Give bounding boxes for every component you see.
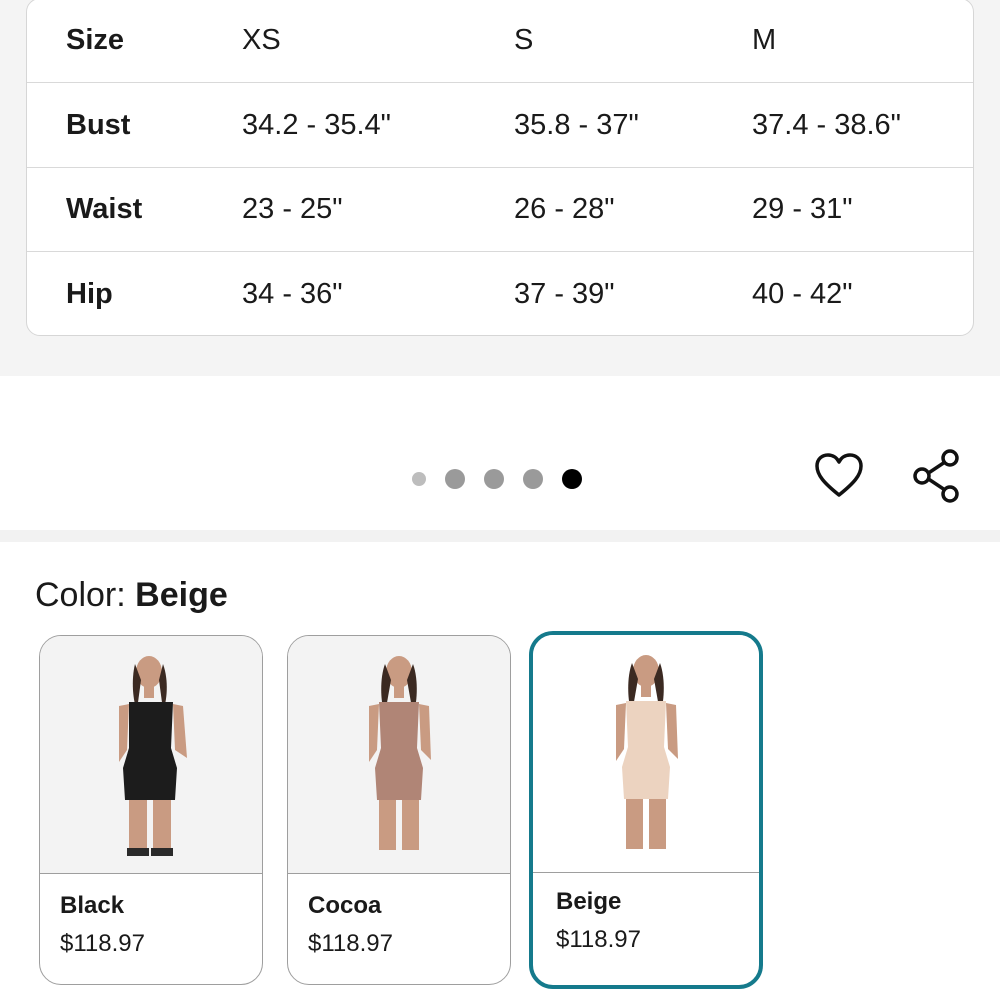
selected-color-name: Beige (135, 576, 228, 614)
carousel-pagination (412, 468, 582, 490)
color-option-name: Beige (556, 888, 622, 915)
row-label: Size (66, 24, 125, 56)
color-option-name: Black (60, 892, 125, 919)
favorite-button[interactable] (811, 448, 867, 504)
color-option-black[interactable]: Black $118.97 (39, 635, 263, 985)
carousel-dot-1[interactable] (412, 472, 426, 486)
carousel-dot-2[interactable] (445, 469, 465, 489)
color-option-price: $118.97 (308, 930, 393, 957)
color-option-beige-selected[interactable]: Beige $118.97 (529, 631, 763, 989)
cell-s: 26 - 28" (514, 193, 615, 225)
color-option-cocoa[interactable]: Cocoa $118.97 (287, 635, 511, 985)
cell-xs: 34.2 - 35.4" (242, 109, 391, 141)
cell-xs: 23 - 25" (242, 193, 343, 225)
size-chart-section: Size XS S M Bust 34.2 - 35.4" 35.8 - 37"… (0, 0, 1000, 376)
carousel-dot-4[interactable] (523, 469, 543, 489)
carousel-dot-3[interactable] (484, 469, 504, 489)
size-header-m: M (752, 24, 777, 56)
cell-m: 29 - 31" (752, 193, 853, 225)
size-chart-row-bust: Bust 34.2 - 35.4" 35.8 - 37" 37.4 - 38.6… (27, 84, 973, 168)
carousel-dot-5-active[interactable] (562, 469, 582, 489)
size-chart-row-hip: Hip 34 - 36" 37 - 39" 40 - 42" (27, 252, 973, 335)
section-divider (0, 530, 1000, 542)
heart-icon (815, 453, 863, 497)
cell-s: 35.8 - 37" (514, 109, 639, 141)
size-header-xs: XS (242, 24, 281, 56)
product-image (533, 635, 759, 873)
model-shapewear-beige-image (616, 655, 678, 849)
model-shapewear-cocoa-image (369, 656, 431, 850)
cell-m: 37.4 - 38.6" (752, 109, 901, 141)
color-heading: Color: Beige (35, 576, 228, 615)
product-image (40, 636, 262, 874)
color-option-name: Cocoa (308, 892, 382, 919)
size-header-s: S (514, 24, 534, 56)
row-label: Hip (66, 277, 113, 310)
gallery-actions-bar (0, 376, 1000, 530)
share-button[interactable] (908, 448, 964, 504)
model-shapewear-black-image (119, 656, 187, 856)
cell-m: 40 - 42" (752, 277, 853, 310)
cell-s: 37 - 39" (514, 277, 615, 310)
row-label: Waist (66, 193, 143, 225)
size-chart-table: Size XS S M Bust 34.2 - 35.4" 35.8 - 37"… (26, 0, 974, 336)
product-image (288, 636, 510, 874)
color-option-price: $118.97 (60, 930, 145, 957)
color-selector-section: Color: Beige Black $118.97 Cocoa $118.97… (0, 542, 1000, 1000)
color-option-price: $118.97 (556, 926, 641, 953)
size-chart-row-size: Size XS S M (27, 0, 973, 83)
cell-xs: 34 - 36" (242, 277, 343, 310)
share-icon (913, 449, 959, 503)
size-chart-row-waist: Waist 23 - 25" 26 - 28" 29 - 31" (27, 168, 973, 252)
color-label: Color: (35, 576, 126, 614)
row-label: Bust (66, 109, 131, 141)
